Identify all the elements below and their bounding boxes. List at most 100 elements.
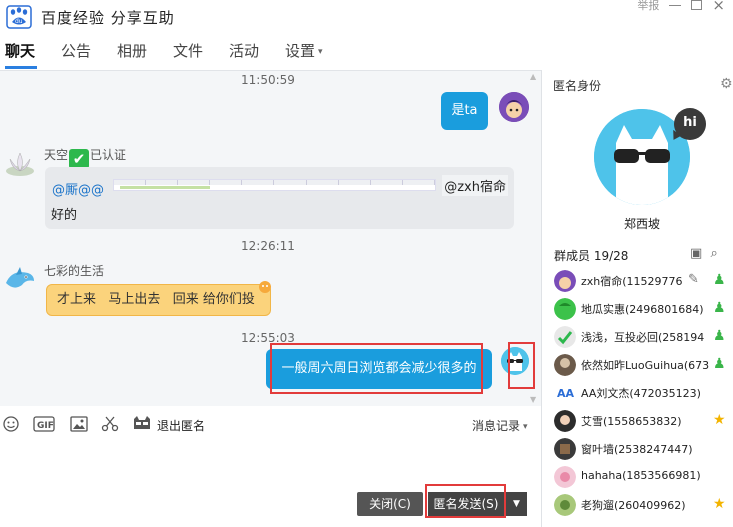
tab-label: 公告: [61, 42, 92, 60]
close-button[interactable]: 关闭(C): [357, 492, 423, 516]
highlight-box: [508, 342, 535, 389]
gear-icon[interactable]: ⚙: [720, 76, 733, 92]
minimize-icon[interactable]: [669, 5, 682, 6]
message-bubble: @厮@@ @zxh宿命 好的: [45, 167, 514, 229]
mention-chip: @zxh宿命: [442, 175, 508, 196]
svg-text:GIF: GIF: [37, 421, 54, 431]
message-timestamp: 12:26:11: [241, 239, 295, 253]
chat-messages[interactable]: 11:50:59 是ta 天空 ✔ 已认证 @厮@@ @zxh宿命 好的 12:…: [0, 70, 541, 406]
send-options-chevron-icon[interactable]: ▼: [505, 492, 527, 516]
sender-name: 天空 ✔ 已认证: [44, 146, 126, 169]
checkmark-icon: ✔: [69, 149, 90, 169]
image-icon[interactable]: [70, 416, 88, 432]
member-name: AA刘文杰(472035123): [581, 387, 701, 400]
tab-label: 活动: [229, 42, 260, 60]
admin-user-icon: ♟: [713, 356, 726, 372]
list-item[interactable]: 窗叶墙(2538247447): [542, 436, 733, 464]
avatar: [554, 270, 576, 292]
emoji-icon[interactable]: [3, 416, 19, 432]
embedded-screenshot[interactable]: [113, 179, 436, 191]
admin-user-icon: ♟: [713, 300, 726, 316]
message-text: 是ta: [451, 103, 478, 118]
tab-label: 相册: [117, 42, 148, 60]
tab-chat[interactable]: 聊天: [0, 38, 56, 68]
app-title: 百度经验 分享互助: [41, 9, 175, 27]
svg-text:AA: AA: [557, 387, 575, 400]
members-count: 群成员 19/28: [554, 249, 629, 263]
chevron-down-icon: ▾: [318, 46, 323, 57]
member-name: 浅浅，互投必回(258194: [581, 331, 705, 344]
anonymous-mask-icon[interactable]: [132, 415, 152, 433]
tab-announcement[interactable]: 公告: [56, 38, 112, 68]
window-controls: 举报 ×: [637, 0, 725, 16]
list-item[interactable]: hahaha(1853566981): [542, 464, 733, 492]
avatar: [554, 466, 576, 488]
list-item[interactable]: 浅浅，互投必回(258194 ♟: [542, 324, 733, 352]
tab-files[interactable]: 文件: [168, 38, 224, 68]
verified-label: 已认证: [90, 148, 127, 162]
tab-activity[interactable]: 活动: [224, 38, 280, 68]
dolphin-avatar-icon: [6, 267, 34, 288]
message-timestamp: 11:50:59: [241, 73, 295, 87]
exit-anonymous-button[interactable]: 退出匿名: [157, 417, 205, 434]
report-link[interactable]: 举报: [637, 0, 659, 13]
cartoon-avatar-icon: [499, 92, 529, 122]
admin-user-icon: ♟: [713, 328, 726, 344]
search-icon[interactable]: ⌕: [710, 246, 717, 261]
member-name: hahaha(1853566981): [581, 469, 701, 482]
star-icon: ★: [713, 412, 726, 428]
list-item[interactable]: 依然如昨LuoGuihua(673 ♟: [542, 352, 733, 380]
member-manage-icon[interactable]: ▣: [690, 246, 702, 261]
hi-badge-icon: hi: [674, 108, 706, 140]
tab-label: 设置: [285, 42, 316, 60]
edit-icon[interactable]: ✎: [688, 272, 699, 287]
message-history-button[interactable]: 消息记录 ▾: [472, 417, 528, 434]
message-text: 好的: [51, 208, 78, 223]
own-message-bubble: 是ta: [441, 92, 488, 130]
gif-icon[interactable]: GIF: [33, 416, 55, 432]
avatar[interactable]: [4, 149, 36, 179]
scroll-down-icon[interactable]: ▼: [530, 395, 536, 404]
sender-label: 天空: [44, 148, 69, 162]
tab-label: 聊天: [5, 42, 36, 60]
list-item[interactable]: zxh宿命(11529776 ✎ ♟: [542, 268, 733, 296]
right-sidebar: 匿名身份 ⚙ hi 郑西坡 群成员 19/28 ▣ ⌕ zxh宿命(115297…: [542, 70, 733, 527]
close-icon[interactable]: ×: [712, 0, 725, 13]
highlight-box: [270, 343, 483, 394]
list-item[interactable]: 老狗遛(260409962) ★: [542, 492, 733, 520]
avatar: [554, 410, 576, 432]
bubble-decoration-icon: [259, 281, 271, 293]
tab-settings[interactable]: 设置 ▾: [280, 38, 336, 68]
tab-bar: 聊天 公告 相册 文件 活动 设置 ▾: [0, 38, 336, 70]
maximize-icon[interactable]: [691, 0, 703, 10]
member-name: 窗叶墙(2538247447): [581, 443, 693, 456]
avatar: [554, 354, 576, 376]
message-bubble: 才上来 马上出去 回来 给你们投: [46, 284, 271, 316]
member-name: 地瓜实惠(2496801684): [581, 303, 704, 316]
anonymous-name: 郑西坡: [624, 217, 661, 231]
avatar: [554, 494, 576, 516]
list-item[interactable]: AA AA刘文杰(472035123): [542, 380, 733, 408]
title-bar: du 百度经验 分享互助 举报 ×: [0, 0, 733, 34]
avatar[interactable]: [499, 92, 529, 122]
member-name: 艾雪(1558653832): [581, 415, 682, 428]
member-name: 老狗遛(260409962): [581, 499, 686, 512]
avatar: AA: [554, 382, 576, 404]
list-item[interactable]: 地瓜实惠(2496801684) ♟: [542, 296, 733, 324]
anonymous-identity-title: 匿名身份: [553, 79, 602, 93]
avatar: [554, 438, 576, 460]
tab-album[interactable]: 相册: [112, 38, 168, 68]
message-text: 才上来 马上出去 回来 给你们投: [57, 292, 255, 307]
list-item[interactable]: 艾雪(1558653832) ★: [542, 408, 733, 436]
member-name: 依然如昨LuoGuihua(673: [581, 359, 709, 372]
input-toolbar: GIF 退出匿名 消息记录 ▾: [0, 407, 541, 441]
tab-label: 文件: [173, 42, 204, 60]
chevron-down-icon: ▾: [523, 421, 528, 432]
scroll-up-icon[interactable]: ▲: [530, 72, 536, 81]
star-icon: ★: [713, 496, 726, 512]
avatar[interactable]: [4, 263, 36, 295]
svg-text:du: du: [15, 18, 23, 25]
avatar: [554, 326, 576, 348]
mention-text: @厮@@: [52, 183, 105, 198]
scissors-icon[interactable]: [101, 416, 119, 432]
